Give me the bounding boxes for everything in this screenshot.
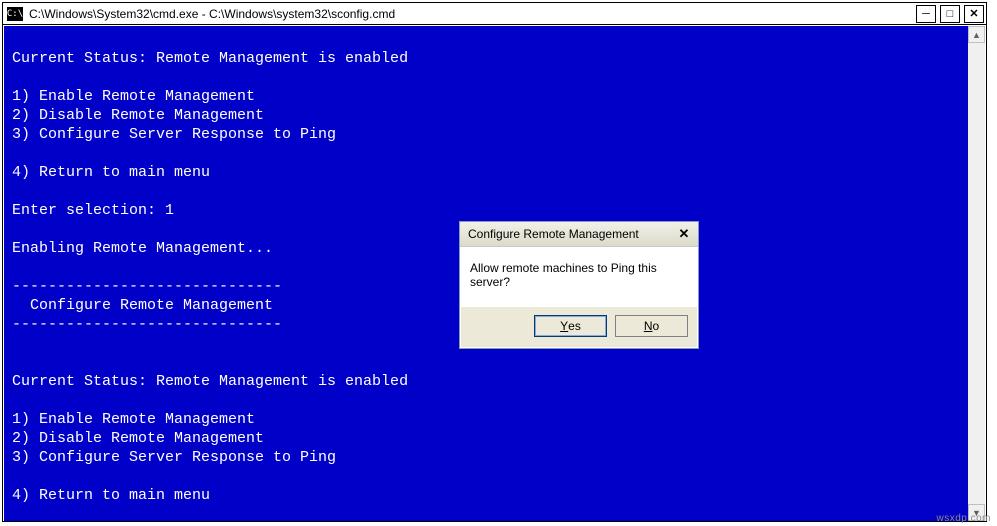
scroll-up-icon[interactable]: ▲ <box>968 26 985 43</box>
dialog-close-button[interactable]: ✕ <box>674 225 694 243</box>
dialog-message: Allow remote machines to Ping this serve… <box>460 247 698 307</box>
close-button[interactable]: ✕ <box>964 5 984 23</box>
minimize-button[interactable]: ─ <box>916 5 936 23</box>
dialog-titlebar[interactable]: Configure Remote Management ✕ <box>460 222 698 247</box>
configure-remote-management-dialog: Configure Remote Management ✕ Allow remo… <box>459 221 699 349</box>
vertical-scrollbar[interactable]: ▲ ▼ <box>968 26 985 521</box>
cmd-icon: C:\ <box>7 7 23 21</box>
window-titlebar[interactable]: C:\ C:\Windows\System32\cmd.exe - C:\Win… <box>3 3 986 25</box>
watermark: wsxdp.com <box>936 513 991 524</box>
yes-button[interactable]: Yes <box>534 315 607 337</box>
dialog-button-row: Yes No <box>460 307 698 345</box>
no-button[interactable]: No <box>615 315 688 337</box>
maximize-button[interactable]: □ <box>940 5 960 23</box>
window-title: C:\Windows\System32\cmd.exe - C:\Windows… <box>29 7 914 21</box>
dialog-title: Configure Remote Management <box>468 227 674 241</box>
